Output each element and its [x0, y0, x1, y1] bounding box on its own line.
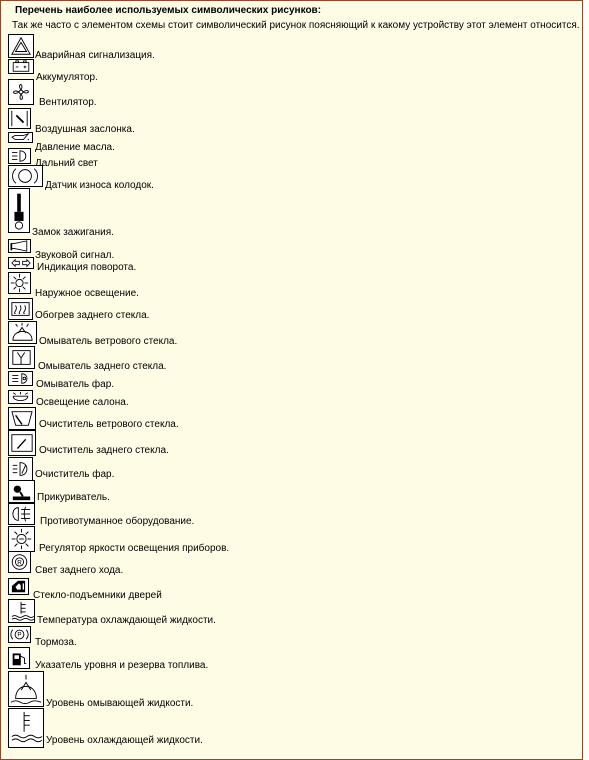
intro-text: Так же часто с элементом схемы стоит сим… [12, 20, 580, 31]
symbol-label: Дальний свет [35, 158, 98, 169]
brake-icon: P [8, 626, 31, 643]
coolant-temperature-icon [8, 599, 35, 623]
svg-text:P: P [17, 632, 21, 639]
symbol-label: Уровень омывающей жидкости. [46, 698, 194, 709]
fog-light-icon [8, 503, 35, 525]
windshield-washer-icon [8, 321, 37, 344]
symbol-label: Очиститель ветрового стекла. [39, 419, 179, 430]
hazard-warning-icon [8, 34, 34, 58]
symbol-label: Температура охлаждающей жидкости. [37, 615, 216, 626]
air-damper-icon [8, 108, 31, 129]
symbol-label: Аккумулятор. [36, 72, 98, 83]
symbol-label: Звуковой сигнал. [35, 250, 115, 261]
exterior-light-icon [8, 272, 31, 294]
rear-window-washer-icon [8, 346, 35, 369]
windshield-wiper-icon [8, 407, 36, 430]
horn-icon [8, 239, 31, 253]
symbol-label: Замок зажигания. [32, 227, 114, 238]
symbol-label: Свет заднего хода. [35, 565, 124, 576]
symbol-label: Уровень охлаждающей жидкости. [46, 735, 203, 746]
panel-heading: Перечень наиболее используемых символиче… [15, 5, 322, 16]
symbol-label: Освещение салона. [36, 397, 129, 408]
coolant-level-icon [8, 708, 44, 748]
washer-fluid-level-icon [8, 671, 44, 707]
symbol-label: Омыватель заднего стекла. [38, 361, 167, 372]
symbol-label: Очиститель заднего стекла. [39, 445, 169, 456]
power-window-icon [8, 578, 29, 595]
symbol-label: Вентилятор. [39, 97, 97, 108]
turn-signal-icon [8, 257, 34, 269]
symbol-label: Давление масла. [35, 142, 115, 153]
svg-text:R: R [17, 560, 22, 567]
symbol-label: Противотуманное оборудование. [40, 516, 195, 527]
dashboard-dimmer-icon [8, 526, 35, 552]
symbol-label: Аварийная сигнализация. [35, 50, 155, 61]
battery-icon [8, 59, 34, 74]
symbol-label: Наружное освещение. [35, 288, 139, 299]
headlamp-washer-icon [8, 371, 33, 386]
symbol-label: Прикуриватель. [37, 492, 110, 503]
symbol-label: Индикация поворота. [37, 262, 137, 273]
symbol-label: Стекло-подъемники дверей [33, 590, 162, 601]
reverse-light-icon: R [8, 551, 31, 573]
symbol-label: Очиститель фар. [35, 469, 115, 480]
symbol-label: Указатель уровня и резерва топлива. [35, 660, 209, 671]
symbol-label: Тормоза. [35, 637, 77, 648]
interior-light-icon [8, 390, 33, 404]
fuel-gauge-icon [8, 647, 30, 669]
fan-icon [8, 79, 34, 105]
cigarette-lighter-icon [8, 480, 35, 503]
symbol-label: Воздушная заслонка. [35, 124, 135, 135]
headlamp-wiper-icon [8, 457, 33, 481]
rear-wiper-icon [8, 430, 36, 456]
symbol-label: Омыватель ветрового стекла. [39, 336, 178, 347]
high-beam-icon [8, 148, 31, 164]
rear-defrost-icon [8, 298, 33, 320]
oil-pressure-icon [8, 132, 33, 143]
symbol-label: Обогрев заднего стекла. [35, 310, 150, 321]
ignition-key-icon [8, 188, 30, 233]
symbol-label: Омыватель фар. [36, 379, 115, 390]
brake-pad-wear-icon [8, 165, 43, 187]
symbol-label: Датчик износа колодок. [45, 180, 154, 191]
symbols-panel: Перечень наиболее используемых символиче… [0, 0, 583, 760]
symbol-label: Регулятор яркости освещения приборов. [39, 543, 230, 554]
